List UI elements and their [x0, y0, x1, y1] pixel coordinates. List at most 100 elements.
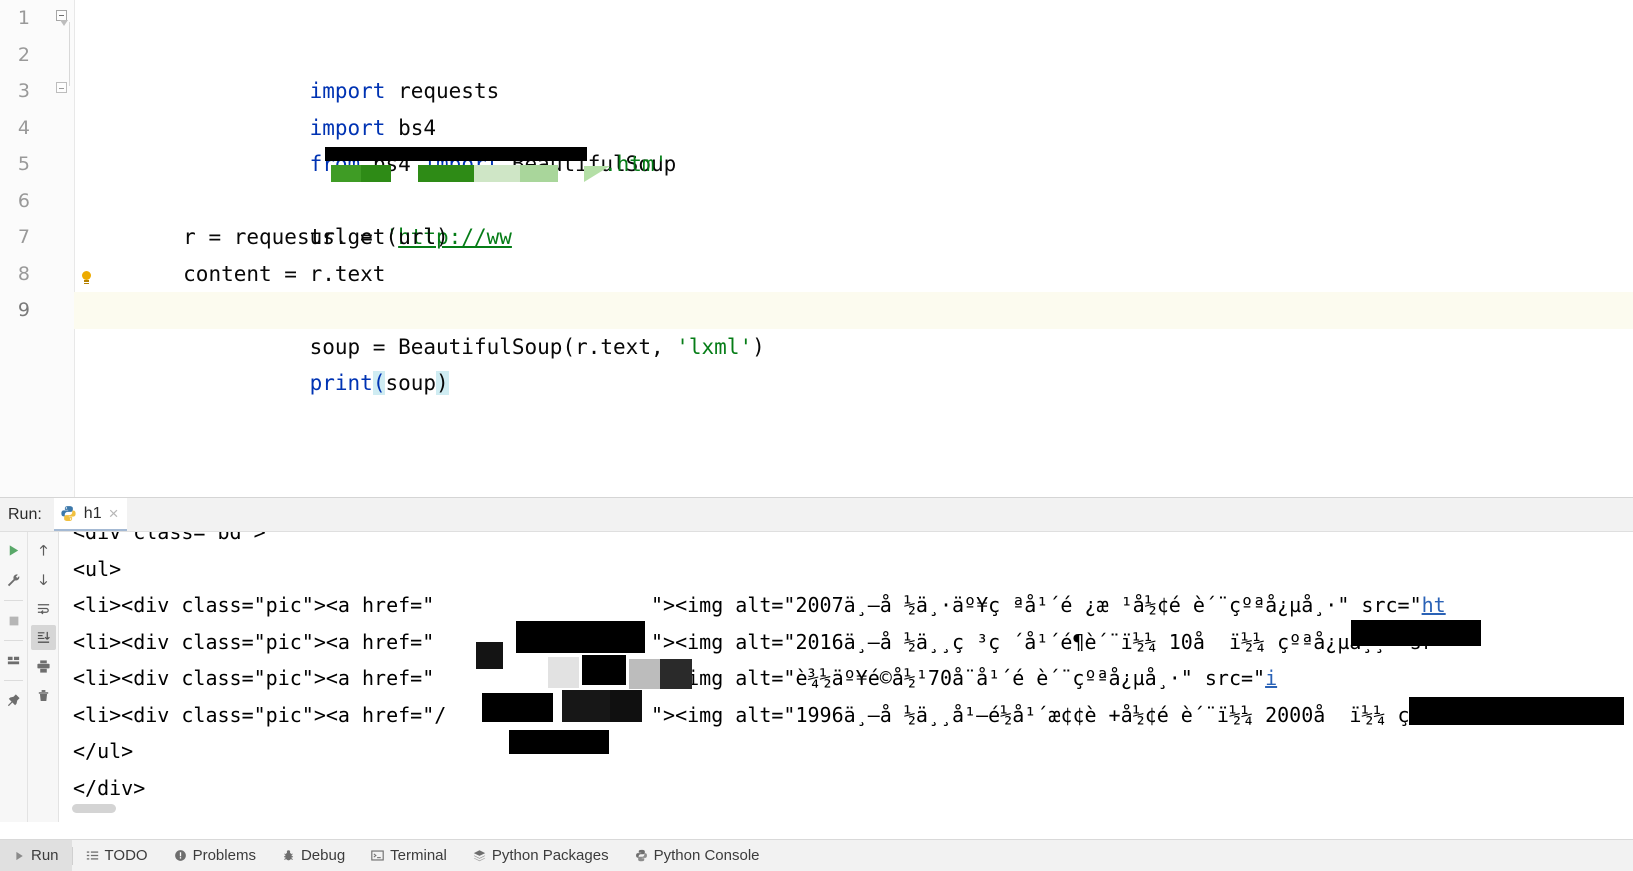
fold-connector [69, 22, 70, 86]
status-item-terminal[interactable]: Terminal [358, 840, 460, 871]
code-line-5[interactable]: url = 'http://ww .htm' [74, 146, 1633, 249]
line-number: 8 [17, 262, 30, 285]
stop-button[interactable] [1, 608, 26, 633]
href-redaction [516, 621, 645, 653]
fold-marker-line3[interactable] [56, 82, 69, 95]
href-redaction [548, 657, 579, 688]
token-url-suffix: .htm' [604, 152, 668, 176]
layers-icon [473, 849, 486, 862]
highlight-block [474, 165, 520, 182]
code-line-9[interactable]: print(soup) [74, 292, 1633, 395]
console-line-head: <li><div class="pic"><a href=" [73, 593, 435, 617]
toolbar-divider [4, 680, 23, 681]
status-item-label: Debug [300, 847, 346, 864]
src-redaction [1351, 620, 1481, 646]
line-number: 5 [17, 153, 30, 175]
terminal-icon [371, 849, 384, 862]
console-horizontal-scrollbar[interactable] [72, 804, 116, 813]
status-bar: Run TODO Problems Debug Terminal Python … [0, 839, 1633, 871]
soft-wrap-button[interactable] [31, 596, 56, 621]
console-line-head: <li><div class="pic"><a href="/ [73, 702, 447, 727]
status-item-label: Problems [192, 847, 256, 864]
status-item-todo[interactable]: TODO [73, 840, 161, 871]
console-line: <div class="bd"> [73, 532, 266, 544]
stop-icon [7, 614, 21, 628]
run-body: <div class="bd"> <ul> <li><div class="pi… [0, 532, 1633, 822]
console-output[interactable]: <div class="bd"> <ul> <li><div class="pi… [59, 532, 1633, 816]
console-line-tail: "><img alt="1996ä¸–å ½ä¸¸å¹–é½å¹´æ¢¢è +å… [650, 702, 1410, 727]
line-number: 4 [17, 116, 30, 139]
console-line: <li><div class="pic"><a href="__________… [59, 587, 1633, 624]
status-item-debug[interactable]: Debug [269, 840, 358, 871]
pycharm-window: import requests import bs4 from bs4 impo… [0, 0, 1633, 871]
href-redaction [562, 690, 611, 722]
status-item-python-packages[interactable]: Python Packages [460, 840, 622, 871]
down-button[interactable] [31, 567, 56, 592]
console-line: </div> [73, 775, 146, 800]
toolbar-divider [4, 640, 23, 641]
clear-all-button[interactable] [31, 683, 56, 708]
toolbar-divider [4, 600, 23, 601]
python-icon [60, 505, 77, 522]
href-redaction [509, 730, 609, 754]
line-number: 6 [17, 189, 30, 212]
token-string: 'lxml' [676, 334, 753, 359]
rerun-button[interactable] [1, 538, 26, 563]
console-line-tail: "><img alt="2007ä¸–å ½ä¸·äº¥ç ªå¹´é ¿æ ¹… [650, 593, 1422, 617]
status-item-run[interactable]: Run [0, 840, 72, 871]
warning-circle-icon [174, 849, 187, 862]
line-number: 3 [17, 80, 30, 102]
fold-marker-line1[interactable] [56, 10, 69, 26]
play-icon [6, 543, 21, 558]
run-tab-h1[interactable]: h1 × [53, 498, 127, 531]
pin-button[interactable] [1, 688, 26, 713]
token-paren-close: ) [436, 371, 449, 395]
console-link[interactable]: i [1265, 666, 1277, 690]
line-number: 1 [17, 7, 30, 29]
print-button[interactable] [31, 654, 56, 679]
pin-icon [6, 693, 21, 708]
line-number: 7 [17, 226, 30, 248]
arrow-down-icon [36, 572, 51, 587]
code-editor[interactable]: import requests import bs4 from bs4 impo… [0, 0, 1633, 497]
close-icon[interactable]: × [109, 505, 119, 522]
todo-list-icon [86, 849, 99, 862]
href-redaction [629, 659, 660, 689]
code-line-7[interactable]: content = r.text [74, 219, 1633, 286]
token-keyword-print: print [309, 371, 373, 395]
line-number: 2 [17, 43, 30, 66]
soft-wrap-icon [36, 601, 51, 616]
status-item-python-console[interactable]: Python Console [622, 840, 773, 871]
up-button[interactable] [31, 538, 56, 563]
console-line-head: <li><div class="pic"><a href=" [73, 629, 435, 654]
code-line-3[interactable]: from bs4 import BeautifulSoup [74, 73, 1633, 176]
play-icon [13, 850, 25, 862]
layout-button[interactable] [1, 648, 26, 673]
highlight-block [520, 165, 558, 182]
code-line-4[interactable] [74, 110, 1633, 147]
console-line-tail: "><img alt="2016ä¸–å ½ä¸¸ç ³ç ´å¹´é¶è´¨ï… [650, 629, 1434, 654]
code-line-8[interactable]: soup = BeautifulSoup(r.text, 'lxml') [74, 256, 1633, 359]
scroll-end-icon [36, 630, 51, 645]
console-link[interactable]: ht [1422, 593, 1446, 617]
line-number-current: 9 [17, 299, 30, 321]
code-content[interactable]: import requests import bs4 from bs4 impo… [74, 0, 1633, 497]
trash-icon [36, 688, 51, 703]
scroll-to-end-button[interactable] [30, 625, 56, 650]
href-redaction [482, 693, 553, 722]
href-redaction [610, 690, 642, 722]
code-line-2[interactable]: import bs4 [74, 37, 1633, 140]
status-item-label: Run [31, 847, 59, 864]
url-redaction-bar [325, 147, 587, 161]
code-line-1[interactable]: import requests [74, 0, 1633, 103]
href-redaction [582, 655, 626, 685]
wrench-icon [6, 573, 21, 588]
code-line-6[interactable]: r = requests.get(url) [74, 183, 1633, 249]
run-header: Run: h1 × [0, 498, 1633, 532]
status-item-label: Python Packages [491, 847, 609, 864]
status-item-problems[interactable]: Problems [161, 840, 269, 871]
console-line: </ul> [73, 739, 134, 763]
href-redaction [476, 642, 503, 669]
settings-button[interactable] [1, 568, 26, 593]
intention-bulb-icon[interactable] [81, 271, 93, 285]
